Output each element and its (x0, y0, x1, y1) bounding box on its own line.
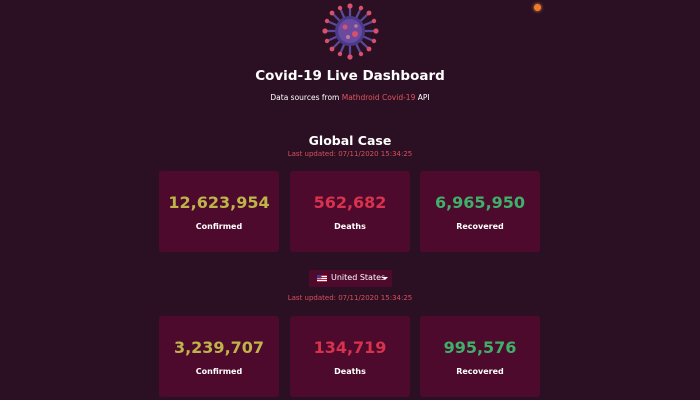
status-dot-icon (534, 4, 541, 11)
country-recovered-card: 995,576 Recovered (420, 316, 540, 397)
country-last-updated: Last updated: 07/11/2020 15:34:25 (287, 294, 413, 302)
country-deaths-label: Deaths (334, 367, 366, 376)
country-confirmed-value: 3,239,707 (173, 338, 265, 357)
global-deaths-label: Deaths (334, 222, 366, 231)
global-deaths-value: 562,682 (313, 193, 387, 212)
us-flag-icon (317, 275, 327, 282)
country-select-value: United States (331, 273, 386, 282)
country-confirmed-label: Confirmed (195, 367, 243, 376)
data-source-note: Data sources from Mathdroid Covid-19 API (0, 93, 700, 102)
global-case-heading: Global Case (308, 133, 392, 148)
global-last-updated: Last updated: 07/11/2020 15:34:25 (287, 150, 413, 158)
country-recovered-label: Recovered (456, 367, 504, 376)
global-confirmed-value: 12,623,954 (168, 193, 270, 212)
global-confirmed-card: 12,623,954 Confirmed (159, 171, 279, 252)
caret-down-icon (382, 277, 388, 280)
page-title: Covid-19 Live Dashboard (255, 68, 445, 84)
global-deaths-card: 562,682 Deaths (290, 171, 410, 252)
country-select[interactable]: United States (309, 270, 392, 287)
global-confirmed-label: Confirmed (195, 222, 243, 231)
global-recovered-card: 6,965,950 Recovered (420, 171, 540, 252)
country-confirmed-card: 3,239,707 Confirmed (159, 316, 279, 397)
subtitle-suffix: API (415, 93, 430, 102)
global-recovered-value: 6,965,950 (434, 193, 526, 212)
global-recovered-label: Recovered (456, 222, 504, 231)
country-recovered-value: 995,576 (443, 338, 517, 357)
virus-icon (322, 3, 379, 60)
mathdroid-api-link[interactable]: Mathdroid Covid-19 (342, 93, 416, 102)
country-deaths-card: 134,719 Deaths (290, 316, 410, 397)
subtitle-prefix: Data sources from (270, 93, 342, 102)
country-deaths-value: 134,719 (313, 338, 387, 357)
